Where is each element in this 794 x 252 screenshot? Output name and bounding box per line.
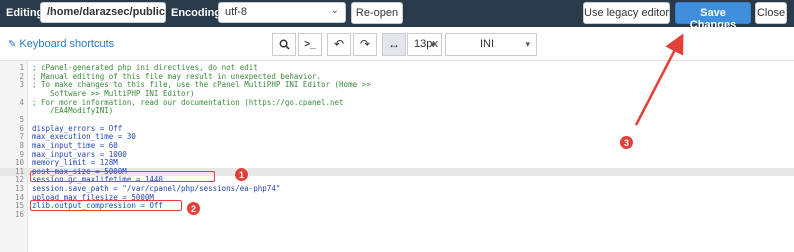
annotation-arrow — [634, 33, 684, 126]
arrow-line — [634, 33, 684, 126]
